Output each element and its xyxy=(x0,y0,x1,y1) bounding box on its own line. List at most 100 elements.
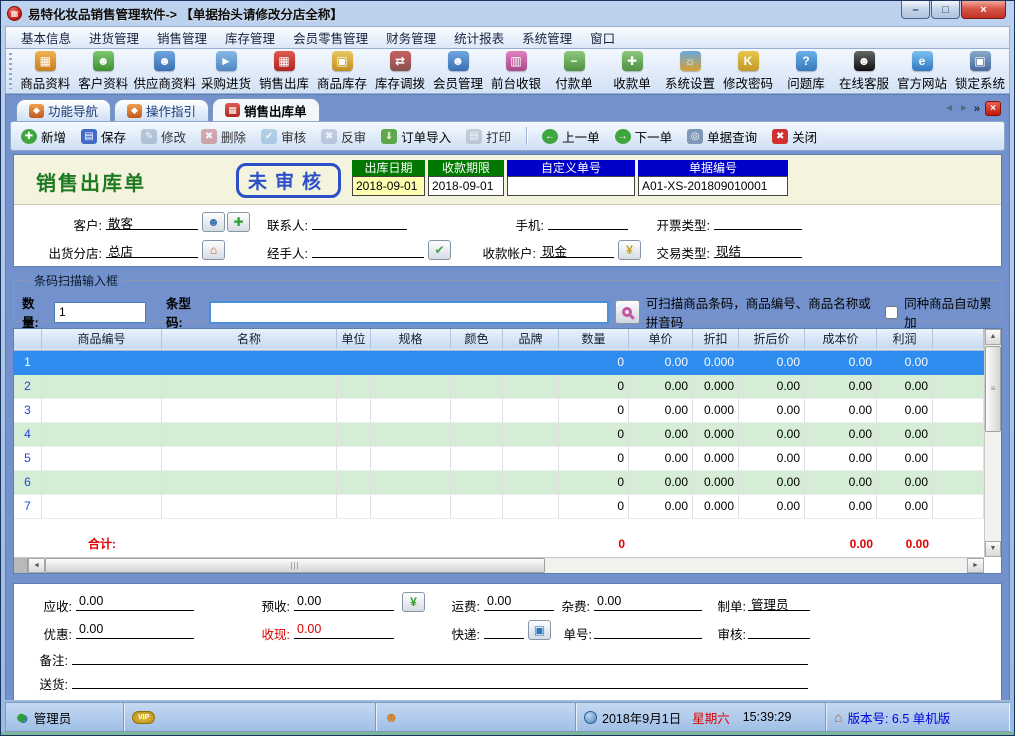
handler-field[interactable] xyxy=(312,241,424,258)
cell[interactable] xyxy=(337,495,371,519)
import-order-button[interactable]: ⇓ 订单导入 xyxy=(381,127,451,146)
head-col-value[interactable]: 2018-09-01 xyxy=(352,176,425,196)
cell[interactable]: 0.00 xyxy=(739,471,805,495)
cell[interactable]: 0.000 xyxy=(693,399,739,423)
barcode-input[interactable] xyxy=(208,300,609,324)
tab-sales-order[interactable]: ▦ 销售出库单 xyxy=(212,98,320,121)
express-pick-button[interactable]: ▣ xyxy=(528,620,551,640)
toolbar-sales-out[interactable]: ▦ 销售出库 xyxy=(255,49,313,93)
col-header-6[interactable]: 品牌 xyxy=(503,329,559,350)
menu-item-5[interactable]: 财务管理 xyxy=(377,26,445,49)
cell[interactable]: 0 xyxy=(559,351,629,375)
cell[interactable] xyxy=(42,495,162,519)
cell[interactable] xyxy=(503,351,559,375)
cell[interactable]: 0.00 xyxy=(805,423,877,447)
toolbar-customer-info[interactable]: ☻ 客户资料 xyxy=(74,49,132,93)
cell[interactable]: 0.00 xyxy=(629,423,693,447)
barcode-search-button[interactable] xyxy=(614,300,640,324)
cell[interactable]: 0.00 xyxy=(805,351,877,375)
cell[interactable]: 0.00 xyxy=(739,375,805,399)
cell[interactable]: 0.00 xyxy=(629,471,693,495)
toolbar-member-mgmt[interactable]: ☻ 会员管理 xyxy=(429,49,487,93)
cell[interactable]: 0.00 xyxy=(877,471,933,495)
cell[interactable] xyxy=(933,423,984,447)
cell[interactable] xyxy=(503,495,559,519)
cell[interactable]: 0.00 xyxy=(805,375,877,399)
tab-operation-guide[interactable]: ◆ 操作指引 xyxy=(114,99,210,121)
cell[interactable]: 0.00 xyxy=(629,447,693,471)
toolbar-receipt-bill[interactable]: ✚ 收款单 xyxy=(603,49,661,93)
prepaid-field[interactable]: 0.00 xyxy=(294,594,394,611)
tab-more-icon[interactable]: » xyxy=(974,103,980,115)
cell[interactable]: 0.00 xyxy=(877,495,933,519)
col-header-5[interactable]: 颜色 xyxy=(451,329,503,350)
cell[interactable]: 7 xyxy=(14,495,42,519)
cell[interactable]: 0.00 xyxy=(739,423,805,447)
vertical-scroll-thumb[interactable]: ≡ xyxy=(985,346,1001,432)
cell[interactable] xyxy=(162,399,337,423)
tab-scroll-right-icon[interactable]: ► xyxy=(959,103,969,114)
cell[interactable] xyxy=(162,495,337,519)
col-header-8[interactable]: 单价 xyxy=(629,329,693,350)
cell[interactable] xyxy=(337,351,371,375)
cell[interactable]: 0.000 xyxy=(693,447,739,471)
cell[interactable]: 0.00 xyxy=(629,375,693,399)
cell[interactable] xyxy=(451,351,503,375)
menu-item-4[interactable]: 会员零售管理 xyxy=(284,26,377,49)
toolbar-payment-bill[interactable]: − 付款单 xyxy=(545,49,603,93)
cell[interactable]: 0.00 xyxy=(805,495,877,519)
tab-close-button[interactable]: × xyxy=(985,101,1001,116)
cell[interactable] xyxy=(371,375,451,399)
col-header-3[interactable]: 单位 xyxy=(337,329,371,350)
cell[interactable]: 0.000 xyxy=(693,423,739,447)
minimize-button[interactable]: – xyxy=(901,1,930,19)
pick-branch-button[interactable]: ⌂ xyxy=(202,240,225,260)
save-button[interactable]: ▤ 保存 xyxy=(81,127,126,146)
close-bill-button[interactable]: ✖ 关闭 xyxy=(772,127,817,146)
cell[interactable] xyxy=(42,375,162,399)
accumulate-checkbox[interactable] xyxy=(885,305,899,319)
scroll-right-icon[interactable]: ► xyxy=(967,558,984,573)
cell[interactable]: 0.00 xyxy=(629,495,693,519)
toolbar-question-bank[interactable]: ? 问题库 xyxy=(777,49,835,93)
menu-item-8[interactable]: 窗口 xyxy=(581,26,624,49)
toolbar-goods-stock[interactable]: ▣ 商品库存 xyxy=(313,49,371,93)
cell[interactable] xyxy=(371,423,451,447)
menu-item-6[interactable]: 统计报表 xyxy=(445,26,513,49)
query-bill-button[interactable]: ◎ 单据查询 xyxy=(687,127,757,146)
cell[interactable] xyxy=(451,495,503,519)
toolbar-lock-system[interactable]: ▣ 锁定系统 xyxy=(951,49,1009,93)
pick-handler-button[interactable]: ✔ xyxy=(428,240,451,260)
cell[interactable] xyxy=(162,351,337,375)
cell[interactable] xyxy=(42,399,162,423)
table-row-3[interactable]: 3 0 0.00 0.000 0.00 0.00 0.00 xyxy=(14,399,984,423)
new-button[interactable]: ✚ 新增 xyxy=(21,127,66,146)
cell[interactable]: 0.00 xyxy=(877,351,933,375)
tab-function-nav[interactable]: ◆ 功能导航 xyxy=(16,99,112,121)
prev-bill-button[interactable]: ← 上一单 xyxy=(542,127,600,146)
toolbar-pos-cashier[interactable]: ▥ 前台收银 xyxy=(487,49,545,93)
toolbar-grip[interactable] xyxy=(9,53,13,89)
cell[interactable] xyxy=(451,447,503,471)
head-col-value[interactable]: A01-XS-201809010001 xyxy=(638,176,788,196)
cell[interactable]: 0.00 xyxy=(877,399,933,423)
cell[interactable] xyxy=(337,447,371,471)
cell[interactable] xyxy=(933,351,984,375)
discount-field[interactable]: 0.00 xyxy=(76,622,194,639)
account-field[interactable]: 现金 xyxy=(540,241,614,259)
cell[interactable]: 0 xyxy=(559,423,629,447)
cell[interactable]: 0.000 xyxy=(693,351,739,375)
cell[interactable] xyxy=(42,471,162,495)
col-header-0[interactable] xyxy=(14,329,42,350)
cell[interactable] xyxy=(933,495,984,519)
branch-field[interactable]: 总店 xyxy=(106,241,198,259)
table-row-2[interactable]: 2 0 0.00 0.000 0.00 0.00 0.00 xyxy=(14,375,984,399)
trade-type-field[interactable]: 现结 xyxy=(714,241,802,259)
cell[interactable]: 1 xyxy=(14,351,42,375)
cell[interactable]: 0.00 xyxy=(805,447,877,471)
col-header-12[interactable]: 利润 xyxy=(877,329,933,350)
col-header-4[interactable]: 规格 xyxy=(371,329,451,350)
cell[interactable] xyxy=(162,471,337,495)
cell[interactable] xyxy=(371,495,451,519)
cell[interactable] xyxy=(451,375,503,399)
